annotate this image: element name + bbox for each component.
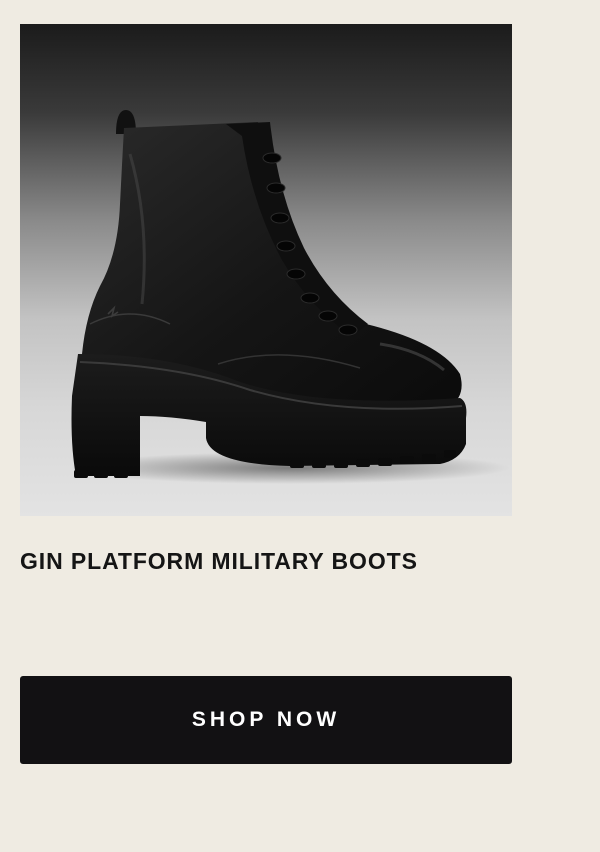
boot-illustration bbox=[70, 110, 510, 484]
product-title[interactable]: GIN PLATFORM MILITARY BOOTS bbox=[20, 545, 418, 577]
product-image[interactable] bbox=[20, 24, 512, 516]
shop-now-button[interactable]: SHOP NOW bbox=[20, 676, 512, 764]
